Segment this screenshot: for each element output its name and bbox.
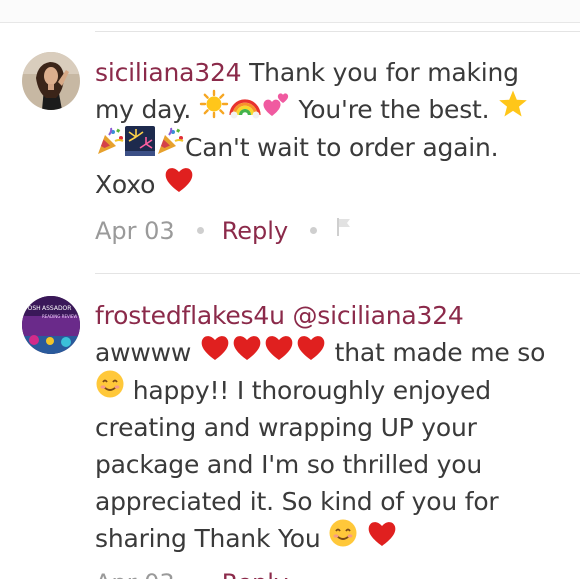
party-popper-emoji [95, 126, 125, 166]
party-popper-emoji [155, 126, 185, 166]
comment-text-segment: awwww [95, 338, 199, 367]
top-strip [0, 0, 580, 23]
two-hearts-emoji [261, 89, 291, 129]
divider-top [95, 31, 580, 32]
comment-meta-1: Apr 03 Reply [95, 214, 353, 250]
fireworks-emoji [125, 126, 155, 166]
reply-button[interactable]: Reply [222, 217, 288, 245]
red-heart-emoji [295, 332, 327, 372]
red-heart-emoji [163, 164, 195, 204]
avatar-siciliana324[interactable] [22, 52, 80, 110]
mention-link[interactable]: @siciliana324 [292, 301, 463, 330]
flag-icon[interactable] [335, 214, 353, 244]
comment-date: Apr 03 [95, 217, 175, 245]
avatar-assador-text: ASSADOR [42, 305, 71, 312]
avatar-frostedflakes4u[interactable]: POSH ASSADOR READING REVIEW [22, 296, 80, 354]
red-heart-emoji [366, 518, 398, 558]
avatar-posh-text: POSH [24, 305, 41, 312]
red-heart-emoji [263, 332, 295, 372]
comment-date: Apr 03 [95, 569, 175, 579]
comment-username[interactable]: siciliana324 [95, 58, 242, 87]
up-text: UP [380, 413, 414, 442]
sun-emoji [199, 89, 229, 129]
smiling-face-emoji [95, 369, 125, 409]
comment-text-segment: that made me so [326, 338, 546, 367]
avatar-reading-review-text: READING REVIEW [42, 314, 77, 319]
comments-screen: siciliana324 Thank you for making my day… [0, 0, 580, 579]
comment-text-segment: You're the best. [290, 95, 498, 124]
divider-comments [95, 273, 580, 274]
smiling-face-emoji [328, 518, 358, 558]
reply-button[interactable]: Reply [222, 569, 288, 579]
separator-dot [310, 226, 318, 234]
rainbow-emoji [229, 89, 261, 129]
red-heart-emoji [231, 332, 263, 372]
comment-username[interactable]: frostedflakes4u [95, 301, 285, 330]
comment-text-1: siciliana324 Thank you for making my day… [95, 54, 565, 204]
star-emoji [497, 89, 529, 129]
comment-text-2: frostedflakes4u @siciliana324 awwww that… [95, 297, 565, 558]
red-heart-emoji [199, 332, 231, 372]
comment-meta-2: Apr 03 Reply [95, 568, 288, 579]
separator-dot [196, 226, 204, 234]
